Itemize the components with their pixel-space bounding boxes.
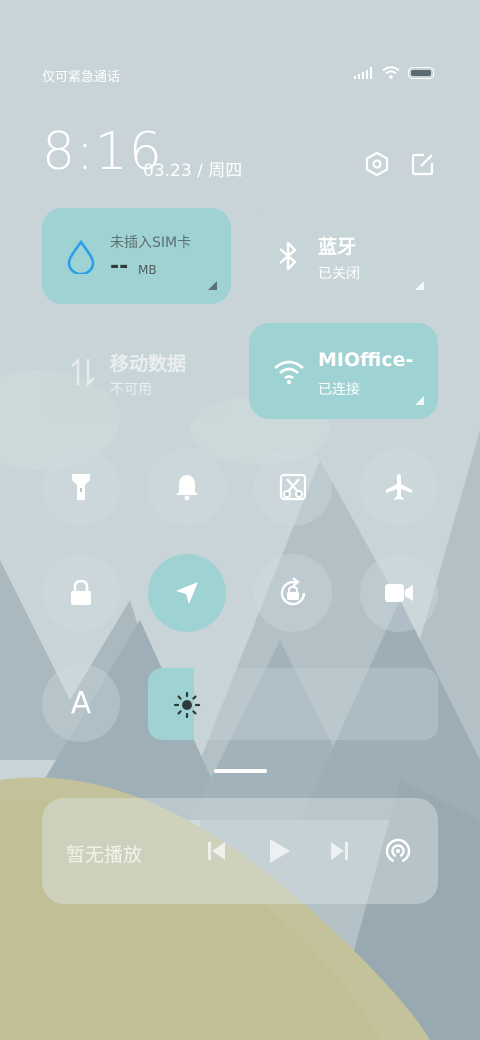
video-camera-icon	[385, 584, 413, 602]
drag-handle[interactable]	[214, 769, 267, 773]
mobile-data-title: 移动数据	[110, 353, 187, 375]
clock-date: 03.23 / 周四	[143, 161, 243, 181]
mobile-data-status: 不可用	[110, 382, 152, 398]
screen-record-toggle[interactable]	[360, 554, 438, 632]
rotation-lock-toggle[interactable]	[254, 554, 332, 632]
previous-icon[interactable]	[206, 840, 228, 862]
expand-corner-icon	[415, 396, 424, 405]
media-card: 暂无播放	[42, 798, 438, 904]
bluetooth-status: 已关闭	[318, 266, 360, 282]
carrier-status: 仅可紧急通话	[42, 70, 121, 85]
bluetooth-tile[interactable]: 蓝牙 已关闭	[249, 208, 438, 304]
play-icon[interactable]	[266, 837, 292, 865]
sun-icon	[173, 691, 201, 719]
airplane-toggle[interactable]	[360, 448, 438, 526]
wifi-tile[interactable]: MIOffice- 已连接	[249, 323, 438, 419]
wifi-icon	[382, 66, 400, 79]
water-drop-icon	[67, 240, 95, 274]
media-title: 暂无播放	[66, 844, 143, 866]
bell-toggle[interactable]	[148, 448, 226, 526]
status-icons	[354, 66, 434, 79]
cast-icon[interactable]	[384, 837, 412, 865]
lock-icon	[71, 579, 91, 605]
scissors-screenshot-icon	[279, 473, 307, 501]
wifi-title: MIOffice-	[318, 349, 414, 371]
signal-icon	[354, 66, 372, 79]
mobile-data-tile[interactable]: 移动数据 不可用	[42, 323, 231, 419]
data-arrows-icon	[71, 357, 95, 387]
data-usage-value: --	[110, 254, 129, 279]
bell-icon	[176, 475, 198, 501]
data-usage-unit: MB	[138, 263, 157, 277]
wifi-status: 已连接	[318, 382, 360, 398]
screenshot-toggle[interactable]	[254, 448, 332, 526]
airplane-icon	[386, 474, 412, 500]
location-toggle[interactable]	[148, 554, 226, 632]
location-arrow-icon	[176, 582, 198, 604]
bluetooth-title: 蓝牙	[318, 236, 357, 258]
battery-icon	[408, 66, 434, 79]
font-a-icon: A	[70, 685, 92, 721]
expand-corner-icon	[415, 281, 424, 290]
flashlight-icon	[72, 474, 90, 500]
brightness-slider[interactable]	[148, 668, 438, 740]
data-usage-title: 未插入SIM卡	[110, 235, 192, 251]
font-toggle[interactable]: A	[42, 664, 120, 742]
settings-hex-icon[interactable]	[362, 149, 392, 179]
edit-icon[interactable]	[408, 149, 438, 179]
lock-toggle[interactable]	[42, 554, 120, 632]
data-usage-tile[interactable]: 未插入SIM卡 -- MB	[42, 208, 231, 304]
flashlight-toggle[interactable]	[42, 448, 120, 526]
expand-corner-icon	[208, 281, 217, 290]
next-icon[interactable]	[328, 840, 350, 862]
rotation-lock-icon	[280, 577, 306, 606]
wifi-icon	[274, 360, 304, 384]
bluetooth-icon	[279, 241, 297, 271]
